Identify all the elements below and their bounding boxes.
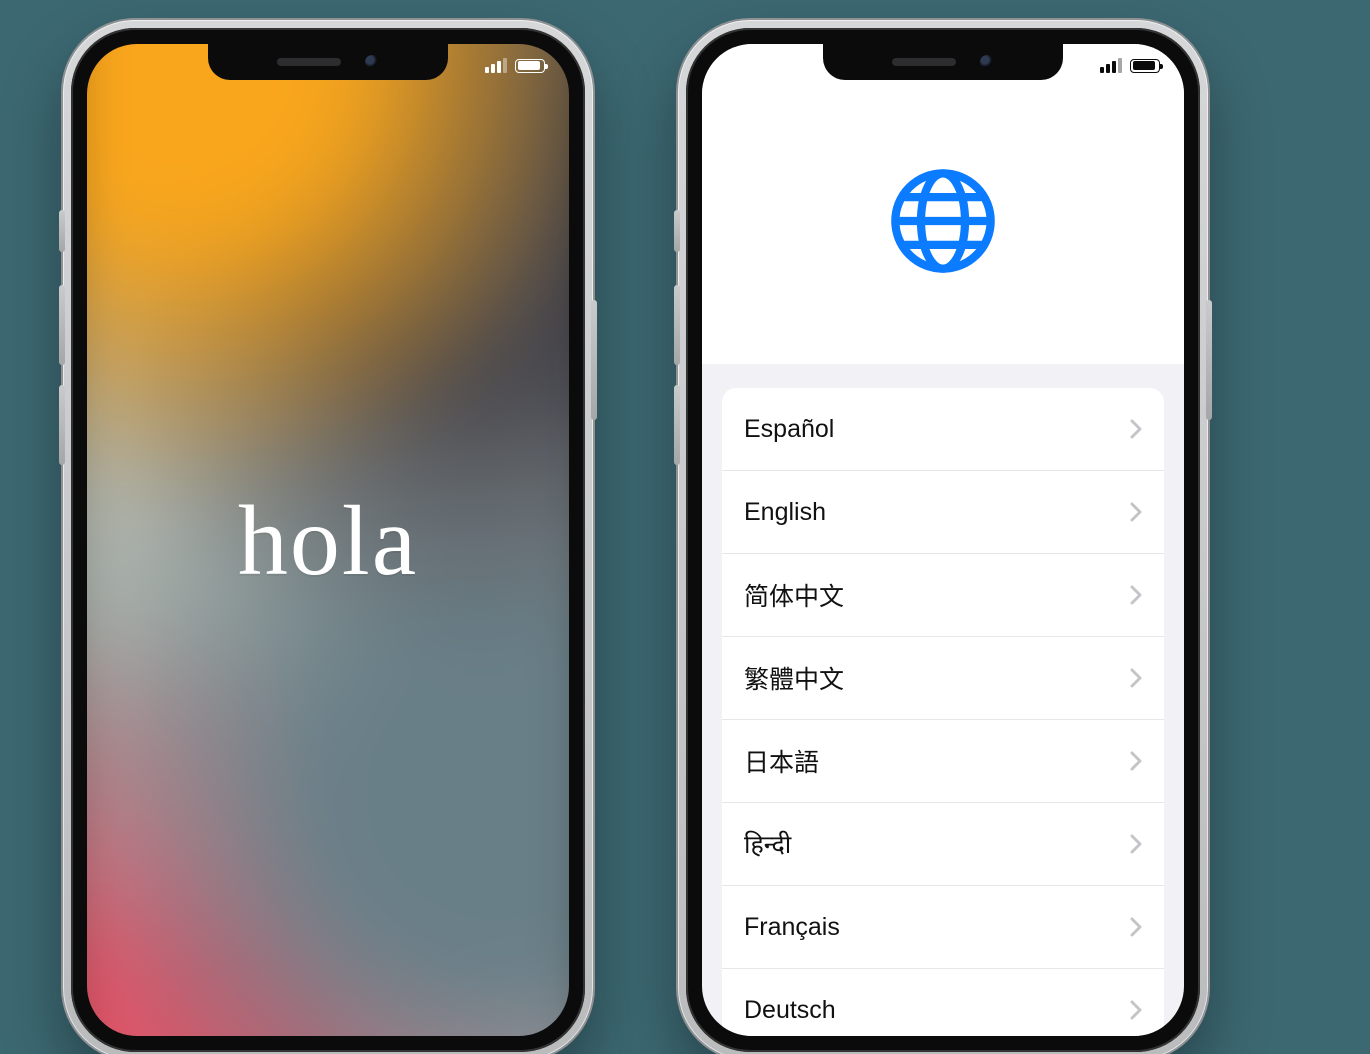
- language-label: English: [744, 498, 826, 527]
- mute-switch: [674, 210, 680, 252]
- language-label: 日本語: [744, 743, 819, 779]
- phone-welcome: hola: [63, 20, 593, 1054]
- language-row[interactable]: Español: [722, 388, 1164, 470]
- notch: [823, 44, 1063, 80]
- cellular-signal-icon: [1100, 58, 1122, 73]
- battery-icon: [515, 59, 545, 73]
- language-row[interactable]: 繁體中文: [722, 636, 1164, 719]
- chevron-right-icon: [1130, 917, 1142, 937]
- language-label: Français: [744, 913, 840, 942]
- notch: [208, 44, 448, 80]
- status-bar: [485, 58, 545, 73]
- earpiece-speaker: [277, 58, 341, 66]
- side-button: [591, 300, 597, 420]
- volume-up-button: [674, 285, 680, 365]
- chevron-right-icon: [1130, 419, 1142, 439]
- phone-language-select: Español English 简体中文 繁體中文: [678, 20, 1208, 1054]
- chevron-right-icon: [1130, 751, 1142, 771]
- welcome-greeting[interactable]: hola: [87, 44, 569, 1036]
- language-label: 繁體中文: [744, 660, 844, 696]
- side-button: [1206, 300, 1212, 420]
- volume-up-button: [59, 285, 65, 365]
- language-row[interactable]: 简体中文: [722, 553, 1164, 636]
- cellular-signal-icon: [485, 58, 507, 73]
- volume-down-button: [59, 385, 65, 465]
- earpiece-speaker: [892, 58, 956, 66]
- chevron-right-icon: [1130, 1000, 1142, 1020]
- chevron-right-icon: [1130, 502, 1142, 522]
- language-row[interactable]: Français: [722, 885, 1164, 968]
- language-label: हिन्दी: [744, 827, 791, 861]
- greeting-text: hola: [238, 483, 418, 598]
- chevron-right-icon: [1130, 585, 1142, 605]
- mute-switch: [59, 210, 65, 252]
- language-label: Español: [744, 415, 834, 444]
- front-camera: [365, 55, 379, 69]
- globe-icon: [888, 166, 998, 276]
- language-label: Deutsch: [744, 996, 836, 1025]
- volume-down-button: [674, 385, 680, 465]
- language-list: Español English 简体中文 繁體中文: [722, 388, 1164, 1036]
- language-hero: [702, 44, 1184, 364]
- language-label: 简体中文: [744, 577, 844, 613]
- language-row[interactable]: हिन्दी: [722, 802, 1164, 885]
- chevron-right-icon: [1130, 668, 1142, 688]
- chevron-right-icon: [1130, 834, 1142, 854]
- language-row[interactable]: English: [722, 470, 1164, 553]
- language-row[interactable]: 日本語: [722, 719, 1164, 802]
- language-row[interactable]: Deutsch: [722, 968, 1164, 1036]
- front-camera: [980, 55, 994, 69]
- battery-icon: [1130, 59, 1160, 73]
- status-bar: [1100, 58, 1160, 73]
